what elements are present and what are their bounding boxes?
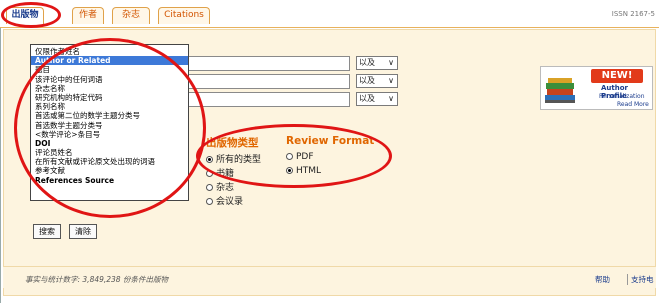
search-field-dropdown[interactable]: 仅限作者姓名 Author or Related 题目 该评论中的任何词语 杂志… [30, 44, 189, 201]
chevron-down-icon: ∨ [388, 94, 394, 103]
tab-publications[interactable]: 出版物 [6, 7, 44, 24]
radio-label: PDF [296, 152, 314, 162]
promo-read-more[interactable]: Read More [617, 101, 649, 108]
field-option-msc-primary[interactable]: 首选数学主题分类号 [31, 121, 188, 130]
tab-journals[interactable]: 杂志 [112, 7, 150, 24]
field-option-doi[interactable]: DOI [31, 139, 188, 148]
operator-value: 以及 [359, 76, 375, 85]
chevron-down-icon: ∨ [388, 76, 394, 85]
field-option-author-related[interactable]: Author or Related [31, 56, 188, 66]
stats-count: 事实与统计数字: 3,849,238 份条件出版物 [25, 275, 168, 284]
help-link[interactable]: 帮助 [595, 274, 610, 285]
radio-dot [286, 153, 293, 160]
pub-type-heading: 出版物类型 [206, 137, 259, 149]
search-button[interactable]: 搜索 [33, 224, 61, 239]
chevron-down-icon: ∨ [388, 58, 394, 67]
new-badge: NEW! [591, 69, 643, 83]
pub-type-proceedings-radio[interactable]: 会议录 [206, 194, 243, 207]
field-option-anywhere[interactable]: 在所有文献或评论原文处出现的词语 [31, 157, 188, 166]
tab-bar: 出版物 作者 杂志 Citations ISSN 2167-5 [0, 0, 659, 28]
radio-dot [286, 167, 293, 174]
pub-type-journals-radio[interactable]: 杂志 [206, 180, 234, 193]
operator-select-3[interactable]: 以及 ∨ [356, 92, 398, 106]
author-profile-promo[interactable]: NEW! Author Profile Personalization Read… [540, 66, 653, 110]
radio-label: 会议录 [216, 197, 244, 207]
operator-value: 以及 [359, 94, 375, 103]
clear-button[interactable]: 清除 [69, 224, 97, 239]
footer-bar: 事实与统计数字: 3,849,238 份条件出版物 帮助 支持电 [3, 266, 656, 288]
field-option-title[interactable]: 题目 [31, 65, 188, 74]
radio-dot [206, 184, 213, 191]
pub-type-all-radio[interactable]: 所有的类型 [206, 152, 261, 165]
field-option-journal[interactable]: 杂志名称 [31, 84, 188, 93]
field-option-mr-number[interactable]: <数学评论>条目号 [31, 130, 188, 139]
issn-label: ISSN 2167-5 [611, 10, 655, 18]
support-link[interactable]: 支持电 [627, 274, 654, 285]
operator-value: 以及 [359, 58, 375, 67]
pub-type-books-radio[interactable]: 书籍 [206, 166, 234, 179]
review-format-heading: Review Format [286, 135, 375, 147]
radio-dot [206, 170, 213, 177]
tab-citations[interactable]: Citations [158, 7, 210, 24]
field-option-review-text[interactable]: 该评论中的任何词语 [31, 75, 188, 84]
radio-label: HTML [296, 166, 322, 176]
operator-select-2[interactable]: 以及 ∨ [356, 74, 398, 88]
field-option-series[interactable]: 系列名称 [31, 102, 188, 111]
tab-authors[interactable]: 作者 [72, 7, 104, 24]
radio-dot [206, 156, 213, 163]
review-format-html-radio[interactable]: HTML [286, 166, 321, 176]
books-icon [545, 78, 575, 103]
field-option-references[interactable]: 参考文献 [31, 166, 188, 175]
operator-select-1[interactable]: 以及 ∨ [356, 56, 398, 70]
field-option-references-source[interactable]: References Source [31, 176, 188, 185]
field-option-msc-any[interactable]: 首选或第二位的数学主题分类号 [31, 111, 188, 120]
field-option-author-only[interactable]: 仅限作者姓名 [31, 47, 188, 56]
radio-label: 所有的类型 [216, 155, 262, 165]
promo-subtitle: Personalization [599, 93, 645, 100]
radio-label: 杂志 [216, 183, 235, 193]
review-format-pdf-radio[interactable]: PDF [286, 152, 314, 162]
field-option-reviewer[interactable]: 评论员姓名 [31, 148, 188, 157]
radio-dot [206, 198, 213, 205]
field-option-institution-code[interactable]: 研究机构的特定代码 [31, 93, 188, 102]
radio-label: 书籍 [216, 169, 235, 179]
